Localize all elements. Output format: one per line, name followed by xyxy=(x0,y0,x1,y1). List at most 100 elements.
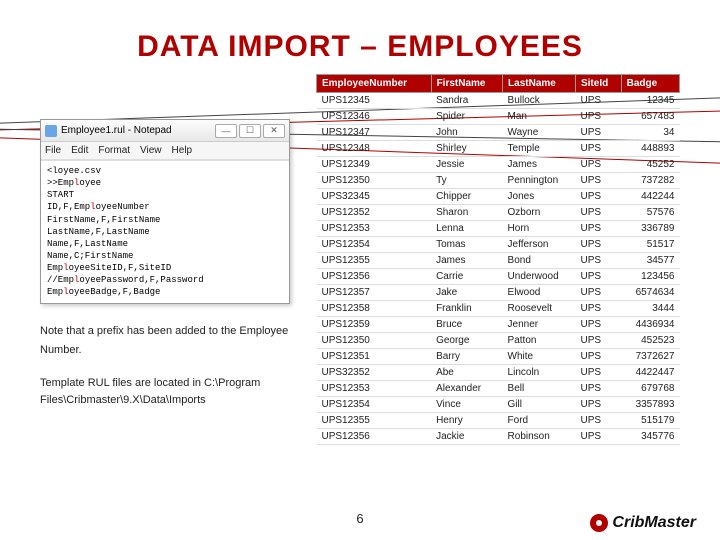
menu-format[interactable]: Format xyxy=(98,145,130,156)
table-cell: Ozborn xyxy=(503,205,576,221)
table-cell: 336789 xyxy=(621,221,679,237)
table-cell: 442244 xyxy=(621,189,679,205)
table-row: UPS12355HenryFordUPS515179 xyxy=(317,413,680,429)
table-header-cell: FirstName xyxy=(431,75,502,93)
table-cell: Lincoln xyxy=(503,365,576,381)
table-cell: Carrie xyxy=(431,269,502,285)
table-cell: UPS12352 xyxy=(317,205,432,221)
brand-logo: CribMaster xyxy=(590,514,696,532)
table-row: UPS12355JamesBondUPS34577 xyxy=(317,253,680,269)
table-cell: Sharon xyxy=(431,205,502,221)
table-cell: UPS xyxy=(575,397,621,413)
table-cell: 34 xyxy=(621,125,679,141)
table-cell: Vince xyxy=(431,397,502,413)
table-cell: UPS12355 xyxy=(317,253,432,269)
table-cell: UPS xyxy=(575,333,621,349)
table-row: UPS12345SandraBullockUPS12345 xyxy=(317,93,680,109)
table-cell: Pennington xyxy=(503,173,576,189)
table-cell: UPS12354 xyxy=(317,397,432,413)
caption-template: Template RUL files are located in C:\Pro… xyxy=(40,375,310,408)
table-cell: 657483 xyxy=(621,109,679,125)
table-cell: 51517 xyxy=(621,237,679,253)
table-cell: Jones xyxy=(503,189,576,205)
table-cell: 34577 xyxy=(621,253,679,269)
table-cell: UPS12355 xyxy=(317,413,432,429)
table-row: UPS12354VinceGillUPS3357893 xyxy=(317,397,680,413)
table-row: UPS12352SharonOzbornUPS57576 xyxy=(317,205,680,221)
table-cell: Bullock xyxy=(503,93,576,109)
table-cell: UPS xyxy=(575,349,621,365)
table-cell: Man xyxy=(503,109,576,125)
table-cell: Chipper xyxy=(431,189,502,205)
table-cell: Jackie xyxy=(431,429,502,445)
table-row: UPS12354TomasJeffersonUPS51517 xyxy=(317,237,680,253)
table-cell: UPS xyxy=(575,381,621,397)
table-row: UPS12357JakeElwoodUPS6574634 xyxy=(317,285,680,301)
table-cell: UPS xyxy=(575,365,621,381)
notepad-line: //EmployeePassword,F,Password xyxy=(47,274,283,286)
table-cell: UPS12347 xyxy=(317,125,432,141)
table-cell: UPS12353 xyxy=(317,381,432,397)
table-cell: Barry xyxy=(431,349,502,365)
close-button[interactable]: ✕ xyxy=(263,124,285,138)
table-row: UPS12349JessieJamesUPS45252 xyxy=(317,157,680,173)
table-cell: 679768 xyxy=(621,381,679,397)
notepad-line: Name,C;FirstName xyxy=(47,250,283,262)
table-cell: White xyxy=(503,349,576,365)
table-cell: John xyxy=(431,125,502,141)
table-cell: UPS12358 xyxy=(317,301,432,317)
notepad-menubar: File Edit Format View Help xyxy=(41,142,289,160)
table-cell: 345776 xyxy=(621,429,679,445)
table-cell: UPS xyxy=(575,317,621,333)
table-cell: Shirley xyxy=(431,141,502,157)
table-cell: Jefferson xyxy=(503,237,576,253)
table-row: UPS32352AbeLincolnUPS4422447 xyxy=(317,365,680,381)
table-cell: Bell xyxy=(503,381,576,397)
menu-edit[interactable]: Edit xyxy=(71,145,88,156)
table-cell: UPS xyxy=(575,109,621,125)
table-cell: UPS12353 xyxy=(317,221,432,237)
table-cell: UPS xyxy=(575,125,621,141)
table-cell: UPS xyxy=(575,269,621,285)
table-cell: Bond xyxy=(503,253,576,269)
maximize-button[interactable]: ☐ xyxy=(239,124,261,138)
table-cell: 515179 xyxy=(621,413,679,429)
table-row: UPS12351BarryWhiteUPS7372627 xyxy=(317,349,680,365)
table-cell: UPS xyxy=(575,301,621,317)
table-cell: 4422447 xyxy=(621,365,679,381)
table-header-cell: Badge xyxy=(621,75,679,93)
table-cell: Horn xyxy=(503,221,576,237)
table-row: UPS12356JackieRobinsonUPS345776 xyxy=(317,429,680,445)
menu-file[interactable]: File xyxy=(45,145,61,156)
table-cell: Bruce xyxy=(431,317,502,333)
table-cell: UPS12350 xyxy=(317,173,432,189)
minimize-button[interactable]: — xyxy=(215,124,237,138)
notepad-line: Name,F,LastName xyxy=(47,238,283,250)
table-cell: Robinson xyxy=(503,429,576,445)
table-cell: UPS12345 xyxy=(317,93,432,109)
table-cell: 448893 xyxy=(621,141,679,157)
table-cell: UPS12359 xyxy=(317,317,432,333)
table-cell: UPS12346 xyxy=(317,109,432,125)
table-row: UPS12356CarrieUnderwoodUPS123456 xyxy=(317,269,680,285)
table-cell: UPS xyxy=(575,413,621,429)
menu-view[interactable]: View xyxy=(140,145,162,156)
table-cell: George xyxy=(431,333,502,349)
table-cell: UPS12356 xyxy=(317,429,432,445)
table-cell: Temple xyxy=(503,141,576,157)
table-cell: 3444 xyxy=(621,301,679,317)
table-cell: UPS12354 xyxy=(317,237,432,253)
table-cell: UPS32345 xyxy=(317,189,432,205)
table-cell: UPS xyxy=(575,429,621,445)
table-cell: 3357893 xyxy=(621,397,679,413)
table-cell: Roosevelt xyxy=(503,301,576,317)
page-title: DATA IMPORT – EMPLOYEES xyxy=(40,30,680,64)
menu-help[interactable]: Help xyxy=(172,145,193,156)
notepad-window: Employee1.rul - Notepad — ☐ ✕ File Edit … xyxy=(40,119,290,304)
notepad-line: EmployeeSiteID,F,SiteID xyxy=(47,262,283,274)
notepad-line: FirstName,F,FirstName xyxy=(47,214,283,226)
table-cell: Gill xyxy=(503,397,576,413)
table-cell: James xyxy=(431,253,502,269)
table-header-cell: EmployeeNumber xyxy=(317,75,432,93)
notepad-body: <loyee.csv>>EmployeeSTARTID,F,EmployeeNu… xyxy=(41,160,289,303)
